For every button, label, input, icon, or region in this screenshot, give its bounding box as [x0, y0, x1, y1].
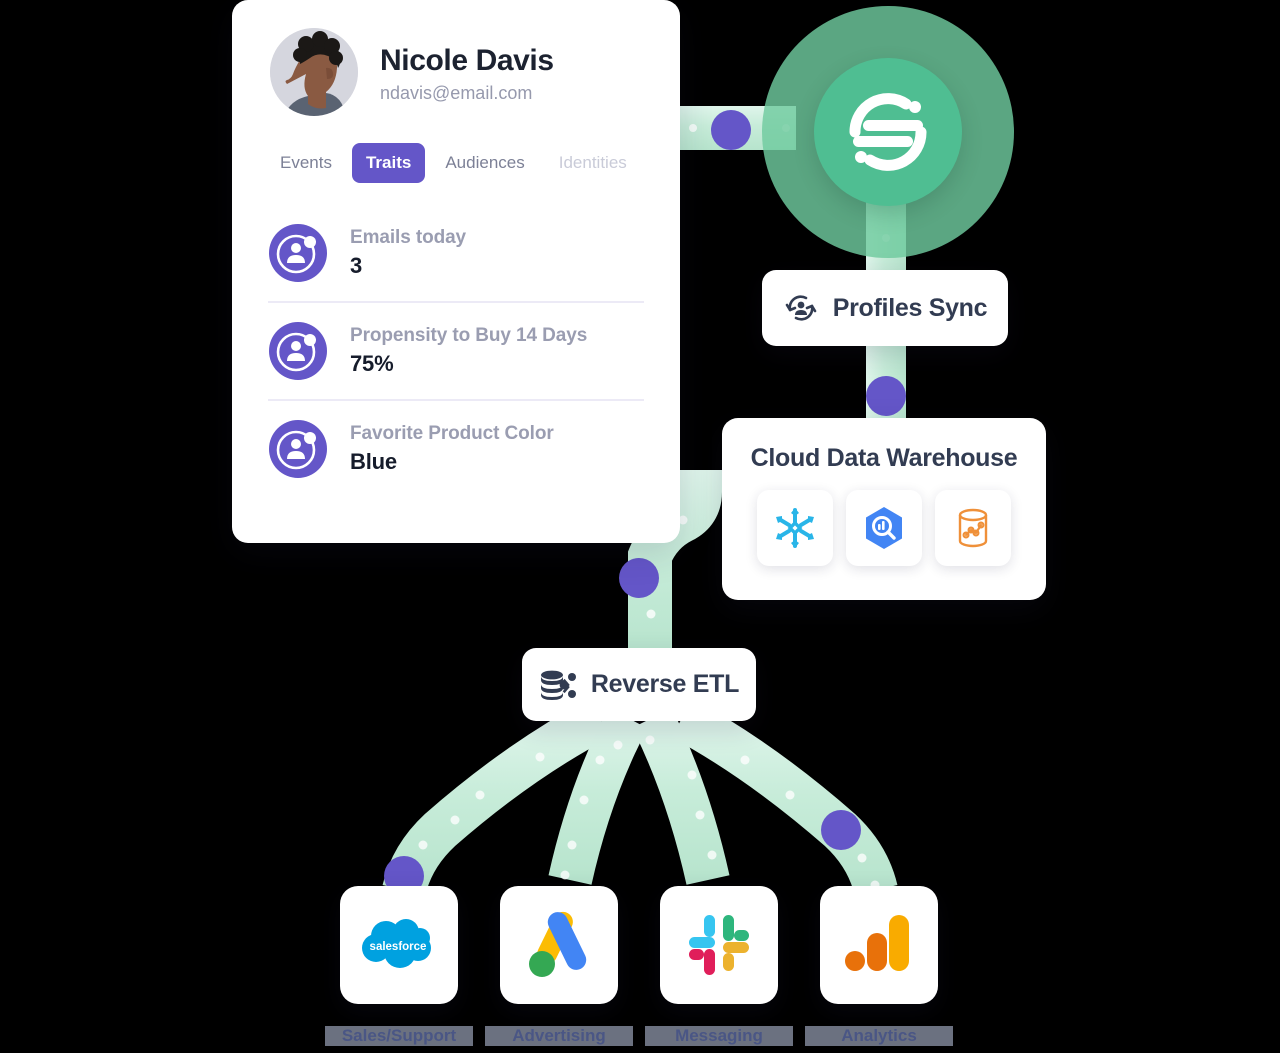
tabs-overflow-fade [644, 131, 680, 191]
person-email: ndavis@email.com [380, 83, 533, 104]
trait-label: Emails today [350, 226, 467, 248]
pipe-node-dot [619, 558, 659, 598]
profiles-sync-icon [785, 295, 817, 321]
reverse-etl-label: Reverse ETL [590, 670, 740, 698]
profile-card: Nicole Davis ndavis@email.com Events Tra… [232, 0, 680, 543]
google-analytics-icon [845, 915, 909, 971]
cloud-data-warehouse-card: Cloud Data Warehouse [722, 418, 1046, 600]
warehouse-tool-snowflake[interactable] [757, 490, 833, 566]
segment-logo-icon [849, 93, 927, 171]
pipe-node-dot [821, 810, 861, 850]
trait-label: Favorite Product Color [350, 422, 554, 444]
google-ads-icon [529, 911, 587, 977]
profiles-sync-label: Profiles Sync [832, 293, 988, 322]
trait-row: Favorite Product Color Blue [268, 399, 644, 497]
tab-traits[interactable]: Traits [351, 143, 426, 183]
trait-row: Emails today 3 [268, 205, 644, 301]
snowflake-icon [776, 508, 814, 548]
destination-google-analytics[interactable] [820, 886, 938, 1004]
destination-label-analytics: Analytics [805, 1026, 953, 1046]
redshift-icon [958, 508, 988, 548]
warehouse-title: Cloud Data Warehouse [750, 444, 1018, 472]
profile-trait-icon [269, 224, 327, 282]
destination-slack[interactable] [660, 886, 778, 1004]
illustration-canvas: Nicole Davis ndavis@email.com Events Tra… [0, 0, 1280, 1053]
slack-icon [689, 915, 749, 975]
warehouse-tool-bigquery[interactable] [846, 490, 922, 566]
pipe-node-dot [711, 110, 751, 150]
person-avatar-illustration [270, 28, 358, 116]
trait-value: 3 [350, 253, 363, 279]
tab-audiences[interactable]: Audiences [431, 143, 538, 183]
salesforce-icon: salesforce [362, 919, 431, 968]
segment-logo [814, 58, 962, 206]
tab-events[interactable]: Events [266, 143, 346, 183]
trait-value: Blue [350, 449, 397, 475]
avatar [270, 28, 358, 116]
trait-value: 75% [350, 351, 394, 377]
profile-trait-icon [269, 420, 327, 478]
identity-block: Nicole Davis ndavis@email.com [380, 40, 554, 105]
profile-tabs: Events Traits Audiences Identities [266, 131, 680, 191]
warehouse-tools [722, 490, 1046, 566]
trait-label: Propensity to Buy 14 Days [350, 324, 588, 346]
reverse-etl-icon [540, 670, 576, 700]
bigquery-icon [866, 507, 902, 549]
destination-label-advertising: Advertising [485, 1026, 633, 1046]
destination-label-messaging: Messaging [645, 1026, 793, 1046]
tab-identities[interactable]: Identities [545, 143, 641, 183]
warehouse-tool-redshift[interactable] [935, 490, 1011, 566]
svg-text:salesforce: salesforce [370, 941, 427, 953]
destination-google-ads[interactable] [500, 886, 618, 1004]
pipe-node-dot [866, 376, 906, 416]
reverse-etl-chip[interactable]: Reverse ETL [522, 648, 756, 721]
profiles-sync-chip[interactable]: Profiles Sync [762, 270, 1008, 346]
traits-list: Emails today 3 Propensity to Buy 14 Days… [268, 205, 644, 497]
destination-salesforce[interactable]: salesforce [340, 886, 458, 1004]
profile-header: Nicole Davis ndavis@email.com [232, 0, 680, 116]
profile-trait-icon [269, 322, 327, 380]
person-name: Nicole Davis [380, 43, 554, 77]
trait-row: Propensity to Buy 14 Days 75% [268, 301, 644, 399]
destination-label-sales-support: Sales/Support [325, 1026, 473, 1046]
